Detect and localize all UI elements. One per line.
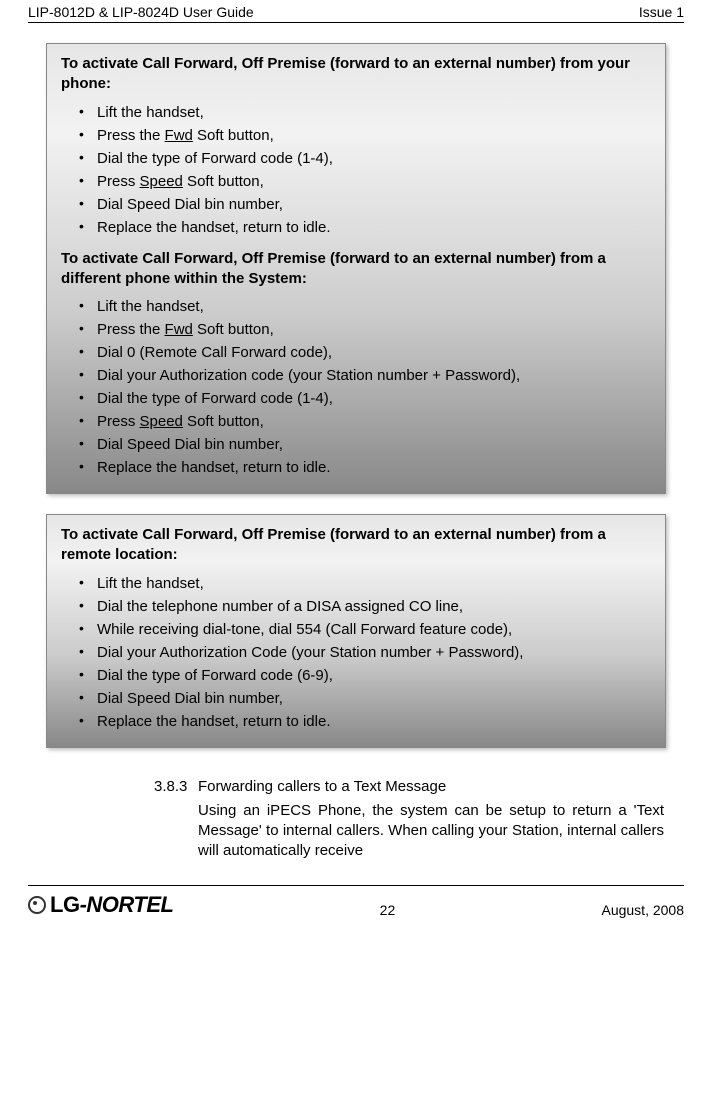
list-item: Dial the type of Forward code (1-4), xyxy=(97,147,651,170)
underline-text: Fwd xyxy=(165,321,193,338)
list-item: Lift the handset, xyxy=(97,101,651,124)
list-item: Press Speed Soft button, xyxy=(97,170,651,193)
text: Soft button, xyxy=(183,173,264,190)
text: Soft button, xyxy=(183,413,264,430)
list-item: Press the Fwd Soft button, xyxy=(97,124,651,147)
logo: LG-NORTEL xyxy=(28,892,173,918)
box2-list: Lift the handset, Dial the telephone num… xyxy=(61,572,651,733)
text: Soft button, xyxy=(193,321,274,338)
text: Press the xyxy=(97,127,165,144)
list-item: Replace the handset, return to idle. xyxy=(97,216,651,239)
instruction-box-1: To activate Call Forward, Off Premise (f… xyxy=(46,43,666,494)
logo-text: LG-NORTEL xyxy=(50,892,173,918)
list-item: Replace the handset, return to idle. xyxy=(97,456,651,479)
section-title: Forwarding callers to a Text Message xyxy=(198,778,446,795)
box2-title: To activate Call Forward, Off Premise (f… xyxy=(61,525,651,566)
text: Press xyxy=(97,173,140,190)
list-item: Lift the handset, xyxy=(97,572,651,595)
page-number: 22 xyxy=(380,902,396,918)
list-item: Dial 0 (Remote Call Forward code), xyxy=(97,341,651,364)
section-body: Using an iPECS Phone, the system can be … xyxy=(198,801,664,862)
box1-list: Lift the handset, Press the Fwd Soft but… xyxy=(61,101,651,239)
text: Soft button, xyxy=(193,127,274,144)
list-item: Dial the type of Forward code (6-9), xyxy=(97,664,651,687)
list-item: Lift the handset, xyxy=(97,295,651,318)
list-item: Dial Speed Dial bin number, xyxy=(97,687,651,710)
list-item: Dial the telephone number of a DISA assi… xyxy=(97,595,651,618)
box1-subtitle: To activate Call Forward, Off Premise (f… xyxy=(61,249,651,290)
text: LG xyxy=(50,892,80,917)
page-container: LIP-8012D & LIP-8024D User Guide Issue 1… xyxy=(0,0,712,930)
header-right: Issue 1 xyxy=(639,4,684,20)
box1-list-2: Lift the handset, Press the Fwd Soft but… xyxy=(61,295,651,479)
underline-text: Fwd xyxy=(165,127,193,144)
logo-icon xyxy=(28,896,46,914)
page-header: LIP-8012D & LIP-8024D User Guide Issue 1 xyxy=(28,0,684,23)
list-item: Replace the handset, return to idle. xyxy=(97,710,651,733)
header-left: LIP-8012D & LIP-8024D User Guide xyxy=(28,4,254,20)
section-number: 3.8.3 xyxy=(154,778,198,795)
list-item: Dial Speed Dial bin number, xyxy=(97,193,651,216)
page-footer: LG-NORTEL 22 August, 2008 xyxy=(28,886,684,930)
list-item: Press Speed Soft button, xyxy=(97,410,651,433)
instruction-box-2: To activate Call Forward, Off Premise (f… xyxy=(46,514,666,748)
list-item: Dial your Authorization code (your Stati… xyxy=(97,364,651,387)
section-heading: 3.8.3 Forwarding callers to a Text Messa… xyxy=(154,778,684,795)
footer-date: August, 2008 xyxy=(601,902,684,918)
list-item: While receiving dial-tone, dial 554 (Cal… xyxy=(97,618,651,641)
text: Press the xyxy=(97,321,165,338)
list-item: Dial the type of Forward code (1-4), xyxy=(97,387,651,410)
underline-text: Speed xyxy=(140,173,183,190)
list-item: Dial Speed Dial bin number, xyxy=(97,433,651,456)
list-item: Dial your Authorization Code (your Stati… xyxy=(97,641,651,664)
box1-title: To activate Call Forward, Off Premise (f… xyxy=(61,54,651,95)
list-item: Press the Fwd Soft button, xyxy=(97,318,651,341)
text: -NORTEL xyxy=(80,892,174,917)
underline-text: Speed xyxy=(140,413,183,430)
text: Press xyxy=(97,413,140,430)
